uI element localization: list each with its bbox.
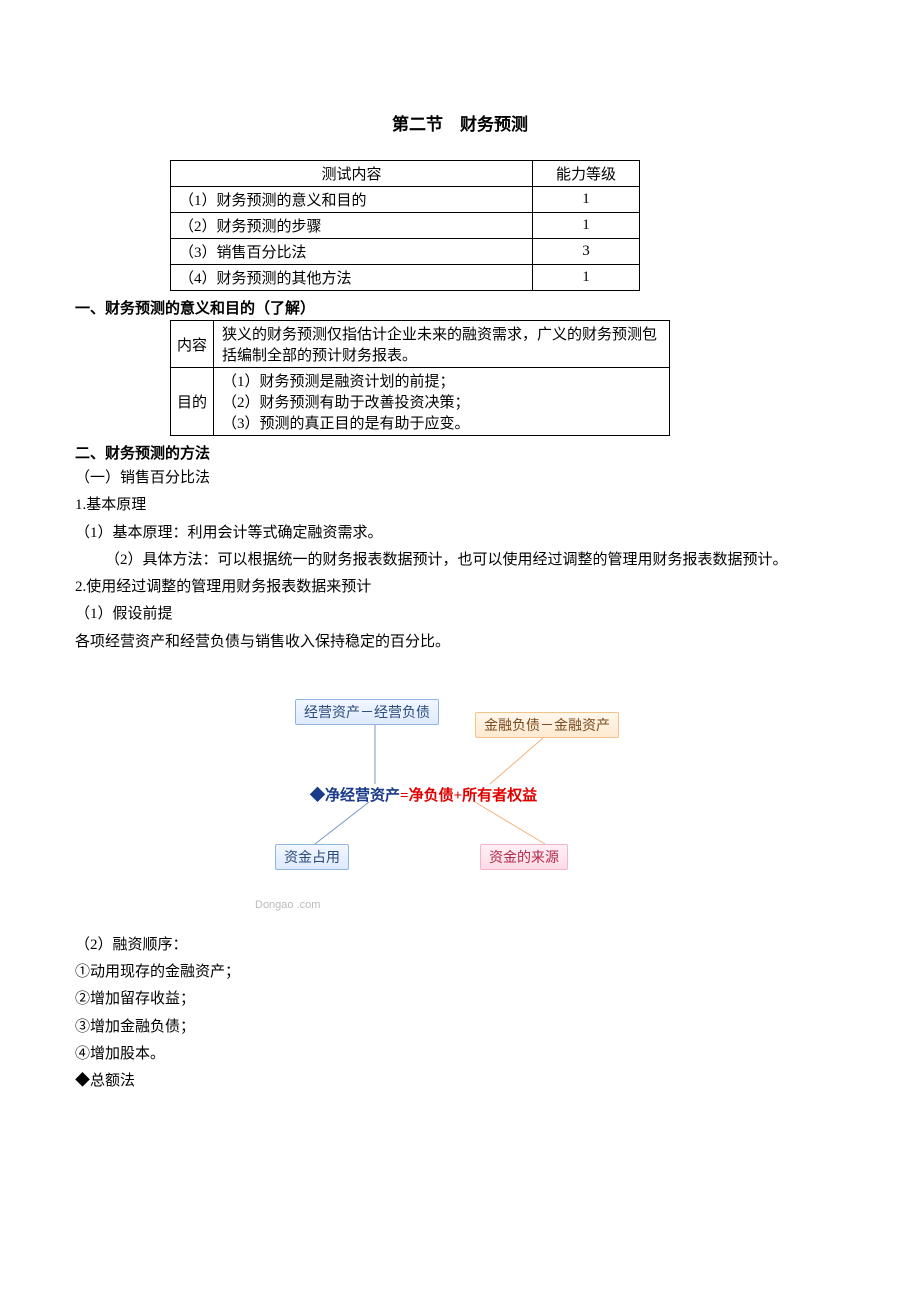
formula-mid: 净负债+	[409, 788, 463, 804]
cell-content: （2）财务预测的步骤	[171, 213, 533, 239]
paragraph: ④增加股本。	[75, 1043, 845, 1066]
cell-label: 目的	[171, 368, 214, 436]
table-row: 内容 狭义的财务预测仅指估计企业未来的融资需求，广义的财务预测包括编制全部的预计…	[171, 321, 670, 368]
paragraph: （2）融资顺序：	[75, 934, 845, 957]
diagram-box-source: 资金的来源	[480, 844, 568, 870]
diagram-box-financial: 金融负债－金融资产	[475, 712, 619, 738]
concept-diagram: 经营资产－经营负债 金融负债－金融资产 ◆净经营资产=净负债+所有者权益 资金占…	[245, 684, 675, 914]
formula-eq: =	[400, 788, 409, 804]
section-heading-2: 二、财务预测的方法	[75, 442, 845, 463]
label-text: 目的	[177, 395, 207, 411]
paragraph: 各项经营资产和经营负债与销售收入保持稳定的百分比。	[75, 631, 845, 654]
diagram-box-operating: 经营资产－经营负债	[295, 699, 439, 725]
body-text-2: （2）融资顺序： ①动用现存的金融资产； ②增加留存收益； ③增加金融负债； ④…	[75, 934, 845, 1094]
cell-level: 1	[533, 187, 640, 213]
cell-text: 狭义的财务预测仅指估计企业未来的融资需求，广义的财务预测包括编制全部的预计财务报…	[214, 321, 670, 368]
cell-content: （3）销售百分比法	[171, 239, 533, 265]
paragraph: ①动用现存的金融资产；	[75, 961, 845, 984]
table-row: （2）财务预测的步骤 1	[171, 213, 640, 239]
cell-level: 3	[533, 239, 640, 265]
table-row: （1）财务预测的意义和目的 1	[171, 187, 640, 213]
document-page: 第二节 财务预测 测试内容 能力等级 （1）财务预测的意义和目的 1 （2）财务…	[0, 0, 920, 1302]
formula-left: 净经营资产	[325, 788, 400, 804]
table-row: 目的 （1）财务预测是融资计划的前提； （2）财务预测有助于改善投资决策； （3…	[171, 368, 670, 436]
cell-level: 1	[533, 213, 640, 239]
header-level: 能力等级	[533, 161, 640, 187]
paragraph: （1）假设前提	[75, 603, 845, 626]
paragraph: 1.基本原理	[75, 494, 845, 517]
diagram-box-usage: 资金占用	[275, 844, 349, 870]
table-row: （4）财务预测的其他方法 1	[171, 265, 640, 291]
subsection: （一）销售百分比法	[75, 467, 845, 490]
watermark-text: Dongao .com	[255, 899, 320, 911]
cell-content: （1）财务预测的意义和目的	[171, 187, 533, 213]
text: （2）具体方法：可以根据统一的财务报表数据预计，也可以使用经过调整的管理用财务报…	[105, 552, 788, 568]
bullet-icon: ◆	[310, 788, 325, 804]
cell-level: 1	[533, 265, 640, 291]
purpose-line: （1）财务预测是融资计划的前提；	[222, 370, 661, 391]
body-text: （一）销售百分比法 1.基本原理 （1）基本原理：利用会计等式确定融资需求。 （…	[75, 467, 845, 654]
header-content: 测试内容	[171, 161, 533, 187]
ability-table: 测试内容 能力等级 （1）财务预测的意义和目的 1 （2）财务预测的步骤 1 （…	[170, 160, 640, 291]
paragraph: ③增加金融负债；	[75, 1016, 845, 1039]
purpose-line: （3）预测的真正目的是有助于应变。	[222, 412, 661, 433]
cell-label: 内容	[171, 321, 214, 368]
cell-text: （1）财务预测是融资计划的前提； （2）财务预测有助于改善投资决策； （3）预测…	[214, 368, 670, 436]
cell-content: （4）财务预测的其他方法	[171, 265, 533, 291]
paragraph: （2）具体方法：可以根据统一的财务报表数据预计，也可以使用经过调整的管理用财务报…	[105, 549, 845, 572]
formula-right: 所有者权益	[462, 788, 537, 804]
table-header-row: 测试内容 能力等级	[171, 161, 640, 187]
paragraph: ◆总额法	[75, 1070, 845, 1093]
page-title: 第二节 财务预测	[75, 110, 845, 135]
section-heading-1: 一、财务预测的意义和目的（了解）	[75, 297, 845, 318]
paragraph: ②增加留存收益；	[75, 988, 845, 1011]
paragraph: 2.使用经过调整的管理用财务报表数据来预计	[75, 576, 845, 599]
diagram-formula: ◆净经营资产=净负债+所有者权益	[310, 784, 537, 805]
label-text: 内容	[177, 338, 207, 354]
definition-table: 内容 狭义的财务预测仅指估计企业未来的融资需求，广义的财务预测包括编制全部的预计…	[170, 320, 670, 436]
paragraph: （1）基本原理：利用会计等式确定融资需求。	[75, 522, 845, 545]
table-row: （3）销售百分比法 3	[171, 239, 640, 265]
purpose-line: （2）财务预测有助于改善投资决策；	[222, 391, 661, 412]
